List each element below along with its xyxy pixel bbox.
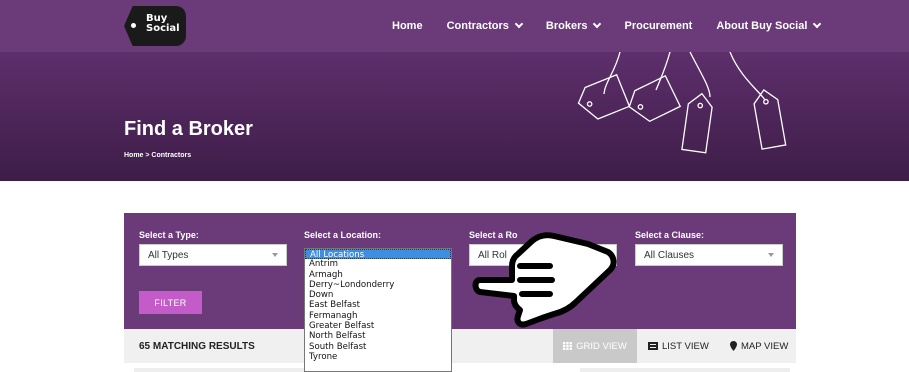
results-list-top — [124, 363, 796, 372]
logo-text-line-2: Social — [146, 23, 180, 34]
location-option-south-belfast[interactable]: South Belfast — [305, 342, 451, 352]
map-view-label: MAP VIEW — [741, 340, 789, 352]
nav-item-label: Procurement — [624, 20, 693, 32]
result-card[interactable] — [580, 368, 790, 372]
nav-item-procurement[interactable]: Procurement — [624, 20, 692, 32]
chevron-down-icon — [514, 19, 524, 29]
nav-item-brokers[interactable]: Brokers — [545, 19, 602, 32]
list-view-button[interactable]: LIST VIEW — [648, 329, 709, 363]
results-bar: 65 MATCHING RESULTS GRID VIEW LIST VIEW … — [124, 329, 796, 363]
nav-item-home[interactable]: Home — [392, 20, 423, 32]
location-dropdown-list[interactable]: All Locations Antrim Armagh Derry~London… — [304, 248, 452, 372]
results-count: 65 MATCHING RESULTS — [139, 341, 255, 352]
nav-item-label: About Buy Social — [716, 20, 808, 32]
page: Buy Social Home Contractors Brokers Proc… — [0, 0, 909, 372]
grid-view-label: GRID VIEW — [576, 340, 627, 352]
clause-select-value: All Clauses — [644, 250, 695, 261]
chevron-down-icon — [593, 19, 602, 29]
nav-item-about[interactable]: About Buy Social — [716, 19, 822, 32]
main-nav: Home Contractors Brokers Procurement Abo… — [392, 0, 844, 52]
nav-item-label: Home — [392, 20, 423, 32]
hero-banner: Find a Broker Home > Contractors — [0, 52, 909, 181]
grid-icon — [563, 342, 573, 350]
nav-item-label: Brokers — [545, 20, 588, 32]
location-option-fermanagh[interactable]: Fermanagh — [305, 311, 451, 321]
price-tags-illustration — [577, 52, 787, 154]
map-view-button[interactable]: MAP VIEW — [730, 329, 788, 363]
grid-view-button[interactable]: GRID VIEW — [553, 329, 637, 363]
location-option-armagh[interactable]: Armagh — [305, 270, 451, 280]
nav-item-label: Contractors — [446, 20, 509, 32]
logo-text[interactable]: Buy Social — [146, 14, 182, 34]
list-icon — [648, 342, 658, 350]
type-label: Select a Type: — [139, 230, 199, 240]
top-navbar: Buy Social Home Contractors Brokers Proc… — [0, 0, 909, 52]
location-option-greater-belfast[interactable]: Greater Belfast — [305, 321, 451, 331]
filter-panel: Select a Type: All Types Select a Locati… — [124, 213, 796, 329]
location-option-all-locations[interactable]: All Locations — [305, 249, 451, 260]
location-option-north-belfast[interactable]: North Belfast — [305, 331, 451, 341]
clause-select[interactable]: All Clauses — [635, 244, 783, 266]
filter-button[interactable]: FILTER — [139, 291, 202, 314]
nav-item-contractors[interactable]: Contractors — [446, 19, 524, 32]
logo-dot-icon — [131, 23, 136, 28]
type-select-value: All Types — [148, 250, 189, 261]
caret-down-icon — [768, 253, 774, 257]
location-option-tyrone[interactable]: Tyrone — [305, 352, 451, 362]
map-pin-icon — [730, 341, 737, 351]
clause-label: Select a Clause: — [635, 230, 705, 240]
pointing-hand-cursor-icon — [472, 232, 617, 328]
type-select[interactable]: All Types — [139, 244, 287, 266]
location-option-derry-londonderry[interactable]: Derry~Londonderry — [305, 280, 451, 290]
location-option-down[interactable]: Down — [305, 290, 451, 300]
breadcrumb[interactable]: Home > Contractors — [124, 152, 191, 159]
location-option-east-belfast[interactable]: East Belfast — [305, 300, 451, 310]
page-title: Find a Broker — [124, 118, 253, 140]
caret-down-icon — [272, 253, 278, 257]
list-view-label: LIST VIEW — [662, 340, 709, 352]
chevron-down-icon — [813, 19, 822, 29]
location-option-antrim[interactable]: Antrim — [305, 259, 451, 269]
location-label: Select a Location: — [304, 230, 382, 240]
